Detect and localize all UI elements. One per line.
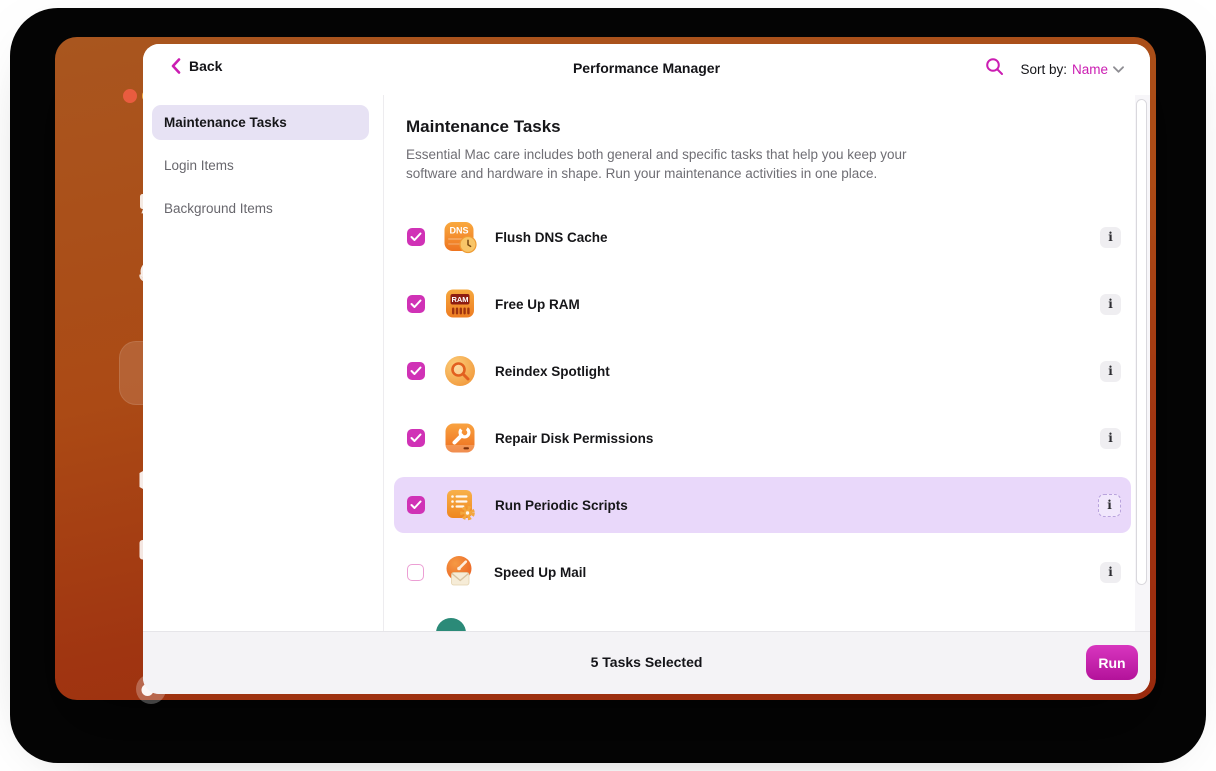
tasks-selected-status: 5 Tasks Selected xyxy=(143,654,1150,670)
disk-wrench-icon xyxy=(442,420,478,456)
info-button[interactable]: i xyxy=(1098,494,1121,517)
run-button[interactable]: Run xyxy=(1086,645,1138,680)
task-label: Flush DNS Cache xyxy=(495,230,608,245)
task-label: Free Up RAM xyxy=(495,297,580,312)
dns-cache-icon: DNS xyxy=(442,219,478,255)
task-label: Speed Up Mail xyxy=(494,565,586,580)
mail-speed-icon xyxy=(441,554,477,590)
checkbox-checked[interactable] xyxy=(407,362,425,380)
sort-by-value: Name xyxy=(1072,62,1108,77)
task-row-speed-up-mail[interactable]: Speed Up Mail i xyxy=(394,544,1131,600)
footer-bar: 5 Tasks Selected Run xyxy=(143,631,1150,694)
checkbox-checked[interactable] xyxy=(407,295,425,313)
info-button[interactable]: i xyxy=(1100,428,1121,449)
checkbox-checked[interactable] xyxy=(407,228,425,246)
checkbox-checked[interactable] xyxy=(407,429,425,447)
ram-icon: RAM xyxy=(442,286,478,322)
info-button[interactable]: i xyxy=(1100,227,1121,248)
chevron-down-icon xyxy=(1113,66,1124,73)
periodic-scripts-icon xyxy=(442,487,478,523)
sidebar-item-background-items[interactable]: Background Items xyxy=(152,191,369,226)
checkbox-checked[interactable] xyxy=(407,496,425,514)
close-window-button[interactable] xyxy=(123,89,137,103)
inner-sidebar: Maintenance Tasks Login Items Background… xyxy=(143,95,384,632)
task-label: Run Periodic Scripts xyxy=(495,498,628,513)
info-button[interactable]: i xyxy=(1100,562,1121,583)
sidebar-item-login-items[interactable]: Login Items xyxy=(152,148,369,183)
sidebar-item-maintenance-tasks[interactable]: Maintenance Tasks xyxy=(152,105,369,140)
task-label: Reindex Spotlight xyxy=(495,364,610,379)
task-row-free-up-ram[interactable]: RAM Free Up RAM i xyxy=(394,276,1131,332)
content-title: Maintenance Tasks xyxy=(406,117,1150,137)
task-row-reindex-spotlight[interactable]: Reindex Spotlight i xyxy=(394,343,1131,399)
svg-text:DNS: DNS xyxy=(449,226,468,236)
svg-text:RAM: RAM xyxy=(451,295,468,304)
scrollbar-track[interactable] xyxy=(1135,95,1150,632)
info-button[interactable]: i xyxy=(1100,294,1121,315)
app-window: A Back Per xyxy=(55,37,1156,700)
task-row-flush-dns-cache[interactable]: DNS Flush DNS Cache i xyxy=(394,209,1131,265)
spotlight-icon xyxy=(442,353,478,389)
search-icon[interactable] xyxy=(985,57,1004,81)
content-description: Essential Mac care includes both general… xyxy=(406,146,911,183)
content-area: Maintenance Tasks Essential Mac care inc… xyxy=(384,95,1150,632)
main-panel: Back Performance Manager Sort by: Name xyxy=(143,44,1150,694)
task-row-run-periodic-scripts[interactable]: Run Periodic Scripts i xyxy=(394,477,1131,533)
task-row-repair-disk-permissions[interactable]: Repair Disk Permissions i xyxy=(394,410,1131,466)
task-list: DNS Flush DNS Cache i xyxy=(406,209,1131,600)
panel-header: Back Performance Manager Sort by: Name xyxy=(143,44,1150,96)
sort-by-label: Sort by: xyxy=(1020,62,1067,77)
info-button[interactable]: i xyxy=(1100,361,1121,382)
sort-by-dropdown[interactable]: Sort by: Name xyxy=(1020,62,1124,77)
scrollbar-thumb[interactable] xyxy=(1136,99,1147,585)
checkbox-unchecked[interactable] xyxy=(407,564,424,581)
task-label: Repair Disk Permissions xyxy=(495,431,653,446)
